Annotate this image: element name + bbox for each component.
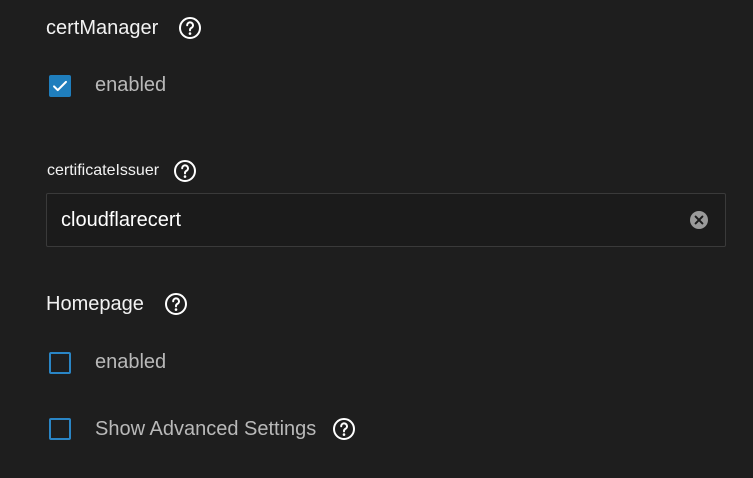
- cert-manager-enabled-checkbox[interactable]: [49, 74, 71, 97]
- certificate-issuer-field[interactable]: [46, 193, 726, 247]
- cert-manager-title-label: certManager: [46, 16, 159, 39]
- homepage-title-label: Homepage: [46, 292, 144, 315]
- certificate-issuer-label: certificateIssuer: [47, 162, 160, 179]
- certificate-issuer-label-row: certificateIssuer: [47, 159, 197, 183]
- show-advanced-settings-label: Show Advanced Settings: [95, 417, 317, 440]
- certificate-issuer-input[interactable]: [61, 208, 689, 232]
- help-icon[interactable]: [332, 417, 356, 441]
- clear-icon[interactable]: [689, 210, 709, 230]
- help-icon[interactable]: [173, 159, 197, 183]
- show-advanced-settings-checkbox-row[interactable]: Show Advanced Settings: [49, 417, 356, 441]
- help-icon[interactable]: [178, 16, 202, 40]
- homepage-title: Homepage: [46, 292, 188, 316]
- show-advanced-settings-checkbox[interactable]: [49, 418, 71, 440]
- homepage-enabled-label: enabled: [95, 351, 167, 373]
- homepage-enabled-checkbox-row[interactable]: enabled: [49, 351, 166, 374]
- help-icon[interactable]: [164, 292, 188, 316]
- cert-manager-title: certManager: [46, 16, 202, 40]
- checkmark-icon: [53, 80, 67, 91]
- homepage-enabled-checkbox[interactable]: [49, 351, 71, 374]
- cert-manager-enabled-checkbox-row[interactable]: enabled: [49, 74, 166, 97]
- cert-manager-enabled-label: enabled: [95, 74, 167, 96]
